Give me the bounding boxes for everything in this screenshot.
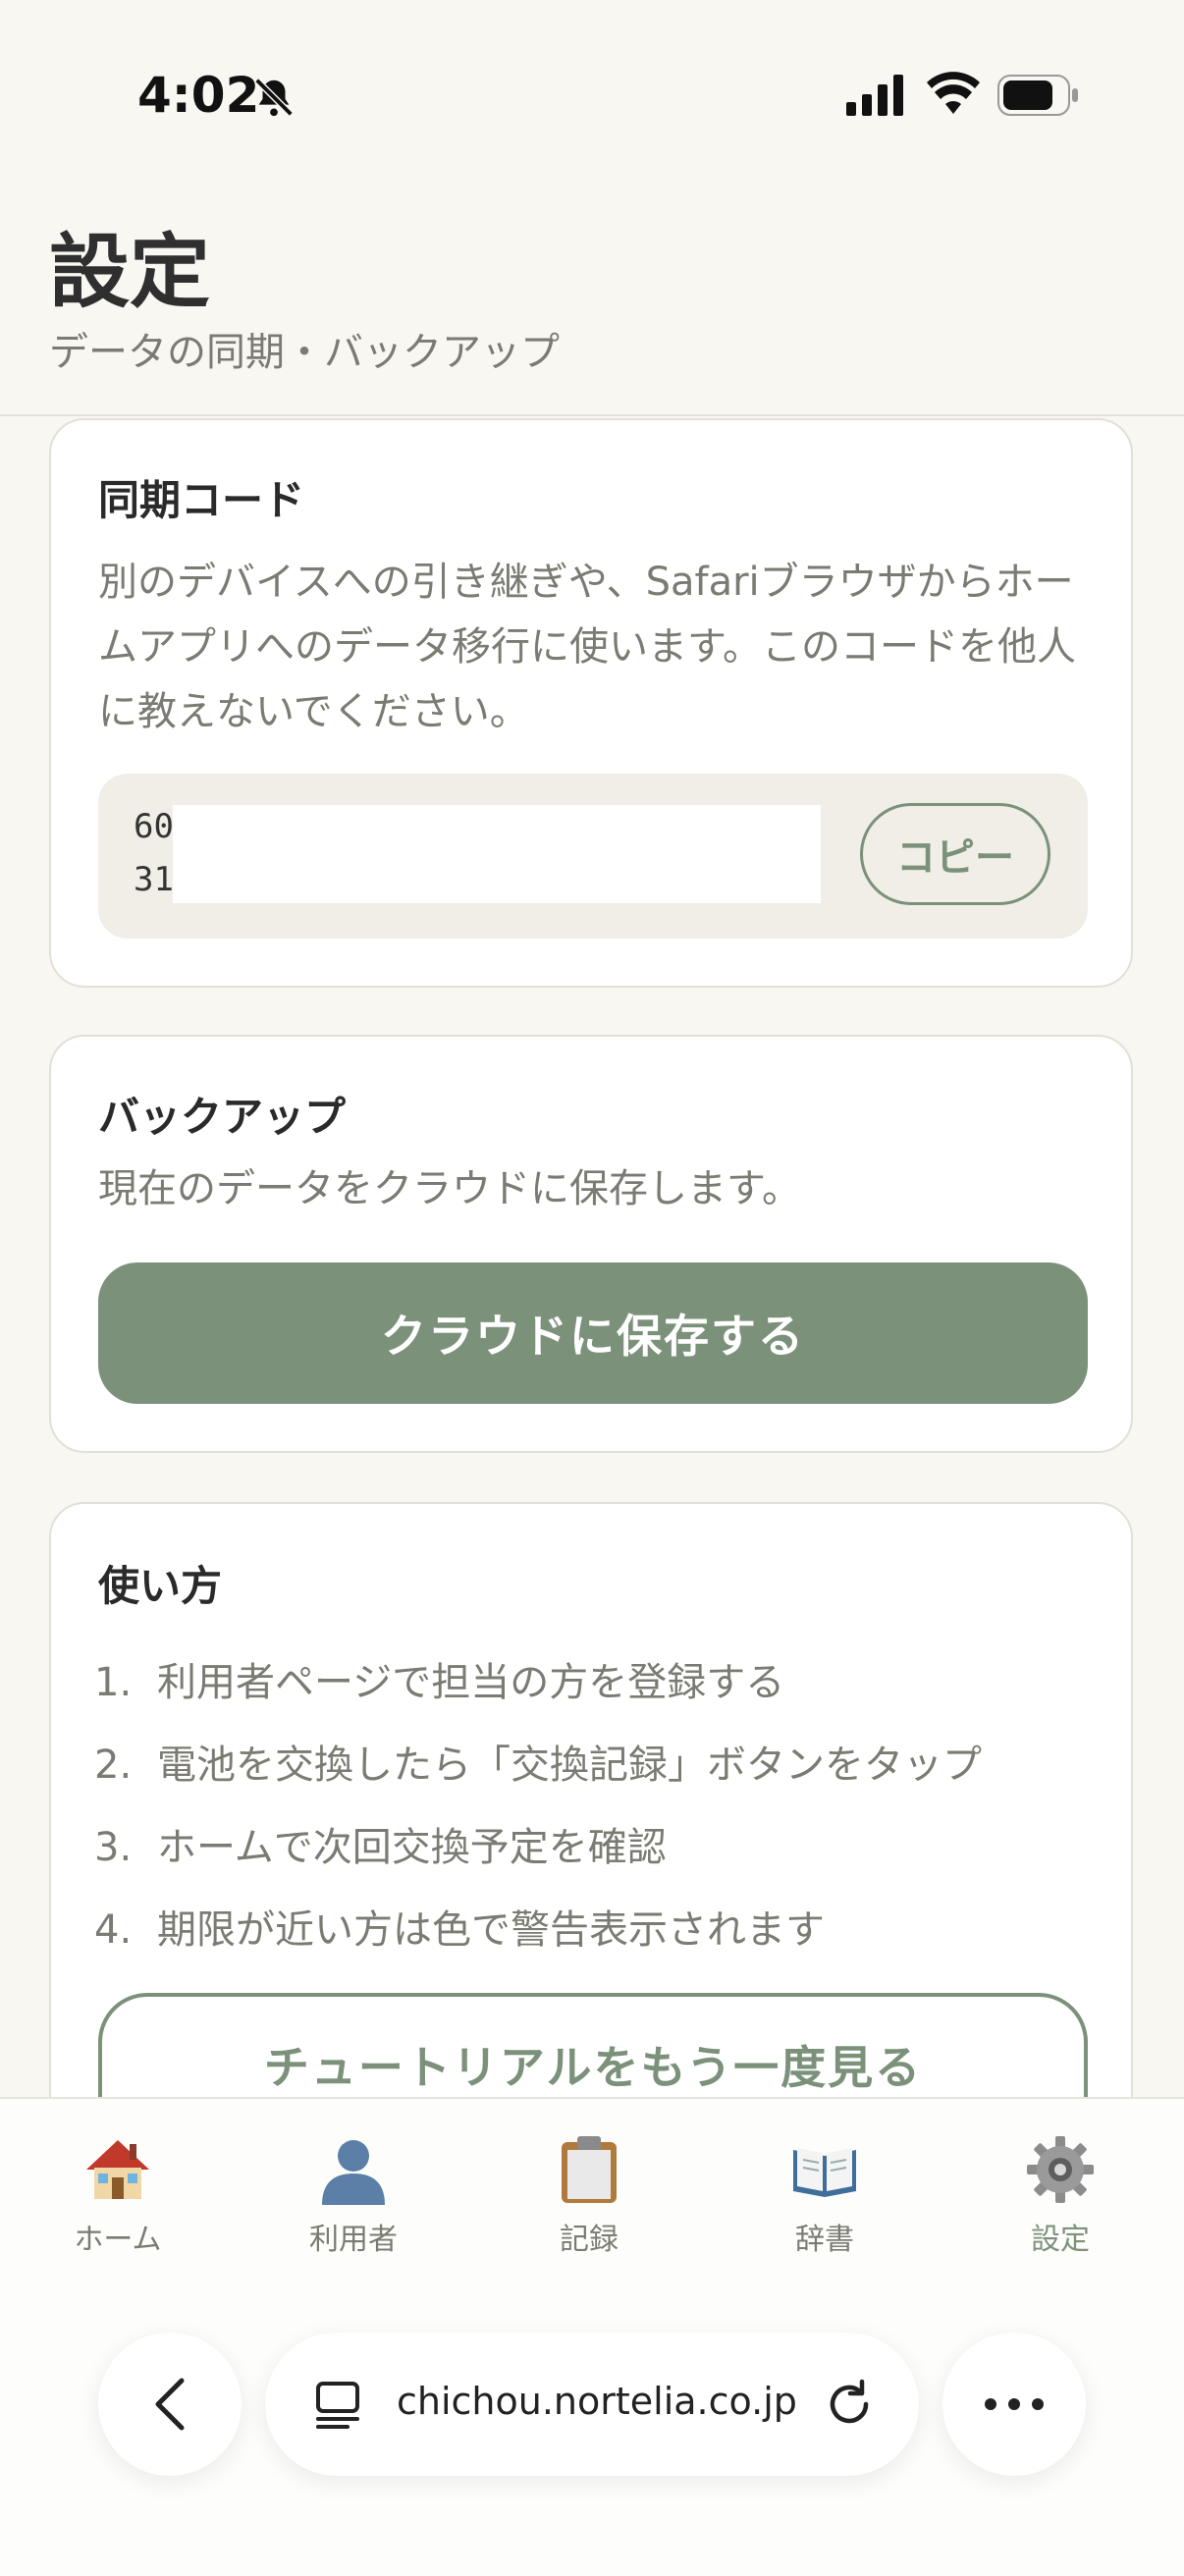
step-text: 利用者ページで担当の方を登録する: [157, 1660, 785, 1705]
how-to-title: 使い方: [98, 1562, 223, 1610]
person-icon: [322, 2140, 385, 2205]
header-divider: [0, 414, 1184, 416]
book-icon: [793, 2148, 856, 2197]
tab-dictionary[interactable]: 辞書: [707, 2134, 942, 2258]
tab-home[interactable]: ホーム: [0, 2134, 236, 2258]
sync-code-line-1: 60: [134, 807, 174, 846]
step-number: 3.: [94, 1825, 133, 1870]
tab-records-label: 記録: [560, 2223, 619, 2257]
step-text: ホームで次回交換予定を確認: [157, 1825, 667, 1870]
how-to-step: 1. 利用者ページで担当の方を登録する: [94, 1641, 982, 1724]
sync-code-line-2: 31: [134, 860, 174, 899]
how-to-step: 4. 期限が近い方は色で警告表示されます: [94, 1889, 982, 1971]
wifi-icon: [927, 71, 980, 120]
save-to-cloud-button[interactable]: クラウドに保存する: [98, 1262, 1088, 1404]
sync-code-title: 同期コード: [98, 476, 305, 524]
tab-home-label: ホーム: [74, 2223, 162, 2257]
status-time: 4:02: [137, 67, 260, 124]
tab-settings[interactable]: 設定: [942, 2134, 1178, 2258]
page-subtitle: データの同期・バックアップ: [49, 330, 560, 375]
battery-icon: [997, 75, 1080, 120]
tab-overview-icon[interactable]: [312, 2378, 365, 2435]
more-options-button[interactable]: [942, 2333, 1086, 2476]
step-text: 電池を交換したら「交換記録」ボタンをタップ: [157, 1743, 982, 1788]
how-to-step: 3. ホームで次回交換予定を確認: [94, 1806, 982, 1889]
page-title: 設定: [49, 226, 211, 319]
backup-title: バックアップ: [98, 1093, 347, 1141]
url-text: chichou.nortelia.co.jp: [397, 2380, 797, 2423]
sync-code-redaction: [173, 805, 821, 903]
step-text: 期限が近い方は色で警告表示されます: [157, 1907, 825, 1953]
tab-dictionary-label: 辞書: [795, 2223, 854, 2257]
tab-settings-label: 設定: [1031, 2223, 1090, 2257]
tab-users[interactable]: 利用者: [236, 2134, 471, 2258]
tab-records[interactable]: 記録: [471, 2134, 707, 2258]
step-number: 1.: [94, 1660, 133, 1705]
browser-back-button[interactable]: [98, 2333, 242, 2476]
copy-button[interactable]: コピー: [860, 803, 1050, 905]
step-number: 4.: [94, 1907, 133, 1953]
reload-icon[interactable]: [823, 2378, 876, 2435]
sync-code-description: 別のデバイスへの引き継ぎや、Safariブラウザからホームアプリへのデータ移行に…: [98, 560, 1076, 734]
sync-code-card: 同期コード 別のデバイスへの引き継ぎや、Safariブラウザからホームアプリへの…: [49, 418, 1133, 988]
how-to-steps: 1. 利用者ページで担当の方を登録する 2. 電池を交換したら「交換記録」ボタンをタ…: [94, 1641, 982, 1971]
backup-card: バックアップ 現在のデータをクラウドに保存します。 クラウドに保存する: [49, 1035, 1133, 1453]
backup-description: 現在のデータをクラウドに保存します。: [98, 1166, 801, 1211]
sync-code-box: 60 31 コピー: [98, 774, 1088, 939]
clipboard-icon: [562, 2136, 617, 2203]
cellular-signal-icon: [846, 75, 907, 120]
how-to-card: 使い方 1. 利用者ページで担当の方を登録する 2. 電池を交換したら「交換記録」ボ…: [49, 1502, 1133, 2189]
status-bar: 4:02: [0, 0, 1184, 187]
address-bar[interactable]: chichou.nortelia.co.jp: [265, 2333, 919, 2476]
chevron-left-icon: [155, 2378, 185, 2431]
ellipsis-icon: [985, 2398, 1044, 2410]
house-icon: [86, 2140, 149, 2199]
silent-mode-icon: [251, 75, 296, 124]
how-to-step: 2. 電池を交換したら「交換記録」ボタンをタップ: [94, 1724, 982, 1806]
gear-icon: [1027, 2136, 1094, 2203]
step-number: 2.: [94, 1743, 133, 1788]
tab-users-label: 利用者: [309, 2223, 398, 2257]
